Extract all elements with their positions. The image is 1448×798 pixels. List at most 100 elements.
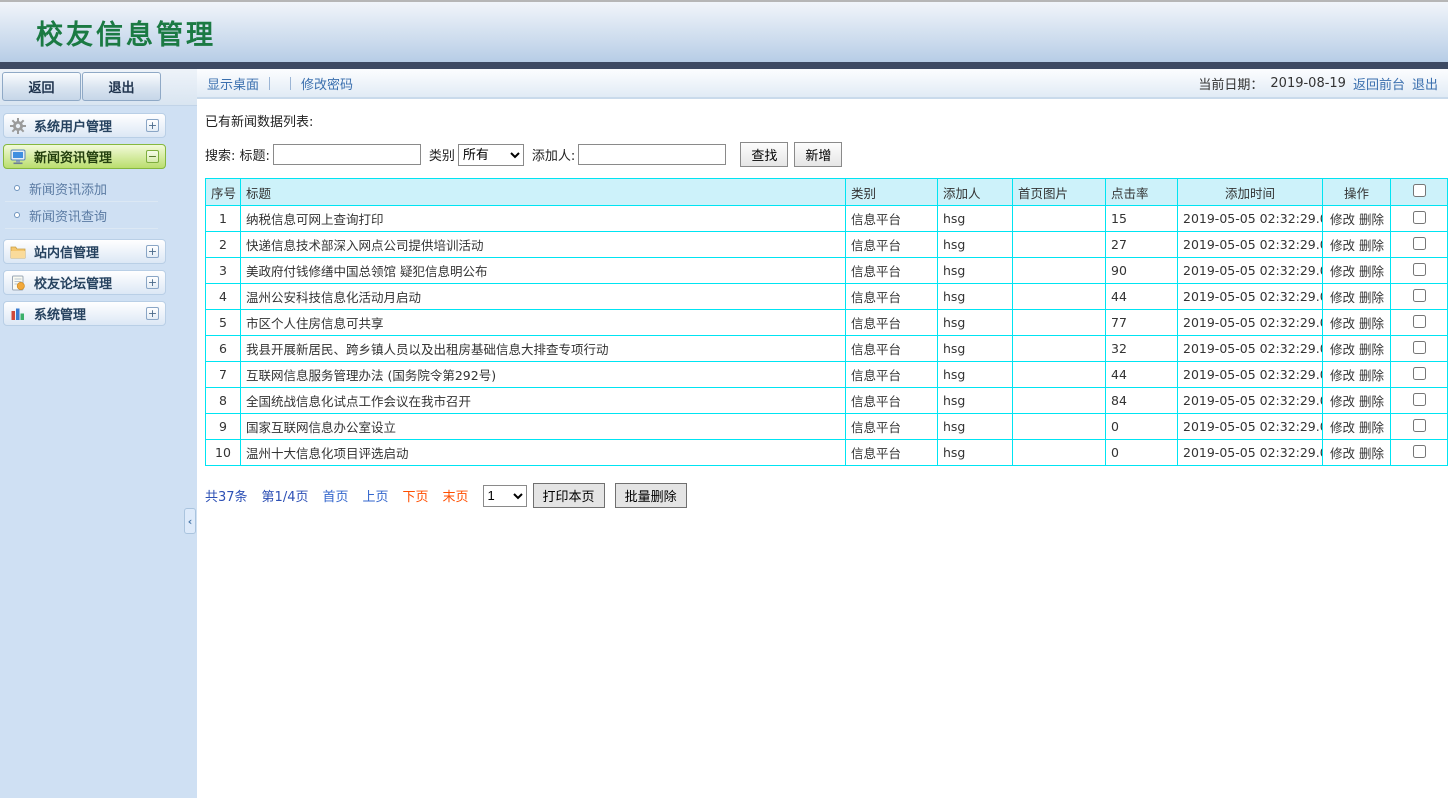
edit-link[interactable]: 修改 <box>1330 264 1355 279</box>
table-row: 3 美政府付钱修缮中国总领馆 疑犯信息明公布 信息平台 hsg 90 2019-… <box>206 258 1448 284</box>
search-title-label: 搜索: 标题: <box>205 145 270 164</box>
edit-link[interactable]: 修改 <box>1330 290 1355 305</box>
page-number-select[interactable]: 1 <box>483 485 527 507</box>
adder-search-input[interactable] <box>578 144 726 165</box>
col-header-time: 添加时间 <box>1178 179 1323 206</box>
main-panel: 已有新闻数据列表: 搜索: 标题: 类别 所有 添加人: 查找 新增 <box>197 99 1448 508</box>
row-actions-cell: 修改删除 <box>1323 206 1391 232</box>
collapse-icon[interactable]: − <box>146 150 159 163</box>
category-select[interactable]: 所有 <box>458 144 524 166</box>
app-header: 校友信息管理 <box>0 2 1448 62</box>
row-time-cell: 2019-05-05 02:32:29.0 <box>1178 310 1323 336</box>
sidebar-item-news-management[interactable]: 新闻资讯管理 − <box>3 144 166 169</box>
delete-link[interactable]: 删除 <box>1359 394 1384 409</box>
bullet-icon <box>14 212 20 218</box>
sidebar-item-system-management[interactable]: 系统管理 + <box>3 301 166 326</box>
edit-link[interactable]: 修改 <box>1330 316 1355 331</box>
back-to-front-link[interactable]: 返回前台 <box>1353 74 1405 93</box>
row-adder-cell: hsg <box>938 284 1013 310</box>
row-image-cell <box>1013 388 1106 414</box>
delete-link[interactable]: 删除 <box>1359 420 1384 435</box>
logout-link[interactable]: 退出 <box>1412 74 1438 93</box>
edit-link[interactable]: 修改 <box>1330 238 1355 253</box>
prev-page-link[interactable]: 上页 <box>363 486 389 505</box>
sidebar-item-news-query[interactable]: 新闻资讯查询 <box>5 202 158 229</box>
row-checkbox[interactable] <box>1413 315 1426 328</box>
folder-icon <box>10 244 27 260</box>
row-checkbox[interactable] <box>1413 341 1426 354</box>
exit-button[interactable]: 退出 <box>82 72 161 101</box>
row-clicks-cell: 84 <box>1106 388 1178 414</box>
row-title-cell: 美政府付钱修缮中国总领馆 疑犯信息明公布 <box>241 258 846 284</box>
edit-link[interactable]: 修改 <box>1330 342 1355 357</box>
back-button[interactable]: 返回 <box>2 72 81 101</box>
row-time-cell: 2019-05-05 02:32:29.0 <box>1178 284 1323 310</box>
toolbar-right: 当前日期： 2019-08-19 返回前台 退出 <box>1198 74 1438 93</box>
row-category-cell: 信息平台 <box>846 336 938 362</box>
row-clicks-cell: 27 <box>1106 232 1178 258</box>
delete-link[interactable]: 删除 <box>1359 316 1384 331</box>
sidebar-button-row: 返回 退出 <box>0 69 197 106</box>
sidebar-item-label: 站内信管理 <box>34 242 146 261</box>
page-title: 校友信息管理 <box>36 13 216 52</box>
row-category-cell: 信息平台 <box>846 284 938 310</box>
edit-link[interactable]: 修改 <box>1330 394 1355 409</box>
batch-delete-button[interactable]: 批量删除 <box>615 483 687 508</box>
expand-icon[interactable]: + <box>146 307 159 320</box>
row-checkbox[interactable] <box>1413 237 1426 250</box>
first-page-link[interactable]: 首页 <box>322 486 348 505</box>
delete-link[interactable]: 删除 <box>1359 264 1384 279</box>
delete-link[interactable]: 删除 <box>1359 212 1384 227</box>
show-desktop-link[interactable]: 显示桌面 <box>207 74 259 93</box>
delete-link[interactable]: 删除 <box>1359 368 1384 383</box>
edit-link[interactable]: 修改 <box>1330 420 1355 435</box>
row-checkbox[interactable] <box>1413 367 1426 380</box>
row-title-cell: 温州公安科技信息化活动月启动 <box>241 284 846 310</box>
row-checkbox-cell <box>1391 388 1448 414</box>
row-adder-cell: hsg <box>938 440 1013 466</box>
bar-chart-icon <box>10 306 27 322</box>
delete-link[interactable]: 删除 <box>1359 342 1384 357</box>
row-checkbox[interactable] <box>1413 445 1426 458</box>
sidebar-item-news-add[interactable]: 新闻资讯添加 <box>5 175 158 202</box>
row-time-cell: 2019-05-05 02:32:29.0 <box>1178 206 1323 232</box>
change-password-link[interactable]: 修改密码 <box>301 74 353 93</box>
edit-link[interactable]: 修改 <box>1330 446 1355 461</box>
expand-icon[interactable]: + <box>146 119 159 132</box>
collapse-sidebar-button[interactable]: ‹ <box>184 508 196 534</box>
print-page-button[interactable]: 打印本页 <box>533 483 605 508</box>
sidebar-item-label: 新闻资讯管理 <box>34 147 146 166</box>
row-index-cell: 7 <box>206 362 241 388</box>
sidebar-item-system-users[interactable]: 系统用户管理 + <box>3 113 166 138</box>
delete-link[interactable]: 删除 <box>1359 446 1384 461</box>
row-checkbox[interactable] <box>1413 419 1426 432</box>
news-table-body: 1 纳税信息可网上查询打印 信息平台 hsg 15 2019-05-05 02:… <box>206 206 1448 466</box>
find-button[interactable]: 查找 <box>740 142 788 167</box>
row-image-cell <box>1013 414 1106 440</box>
add-button[interactable]: 新增 <box>794 142 842 167</box>
row-checkbox[interactable] <box>1413 211 1426 224</box>
row-checkbox[interactable] <box>1413 289 1426 302</box>
delete-link[interactable]: 删除 <box>1359 238 1384 253</box>
separator <box>269 77 270 90</box>
edit-link[interactable]: 修改 <box>1330 368 1355 383</box>
title-search-input[interactable] <box>273 144 421 165</box>
row-checkbox-cell <box>1391 362 1448 388</box>
row-checkbox[interactable] <box>1413 263 1426 276</box>
expand-icon[interactable]: + <box>146 276 159 289</box>
row-checkbox[interactable] <box>1413 393 1426 406</box>
sidebar-item-forum[interactable]: 校友论坛管理 + <box>3 270 166 295</box>
row-actions-cell: 修改删除 <box>1323 232 1391 258</box>
next-page-link[interactable]: 下页 <box>403 486 429 505</box>
edit-link[interactable]: 修改 <box>1330 212 1355 227</box>
row-time-cell: 2019-05-05 02:32:29.0 <box>1178 440 1323 466</box>
expand-icon[interactable]: + <box>146 245 159 258</box>
submenu-item-label: 新闻资讯查询 <box>29 206 107 225</box>
select-all-checkbox[interactable] <box>1413 184 1426 197</box>
last-page-link[interactable]: 末页 <box>443 486 469 505</box>
delete-link[interactable]: 删除 <box>1359 290 1384 305</box>
row-title-cell: 互联网信息服务管理办法 (国务院令第292号) <box>241 362 846 388</box>
row-title-cell: 温州十大信息化项目评选启动 <box>241 440 846 466</box>
sidebar-item-site-mail[interactable]: 站内信管理 + <box>3 239 166 264</box>
row-actions-cell: 修改删除 <box>1323 362 1391 388</box>
